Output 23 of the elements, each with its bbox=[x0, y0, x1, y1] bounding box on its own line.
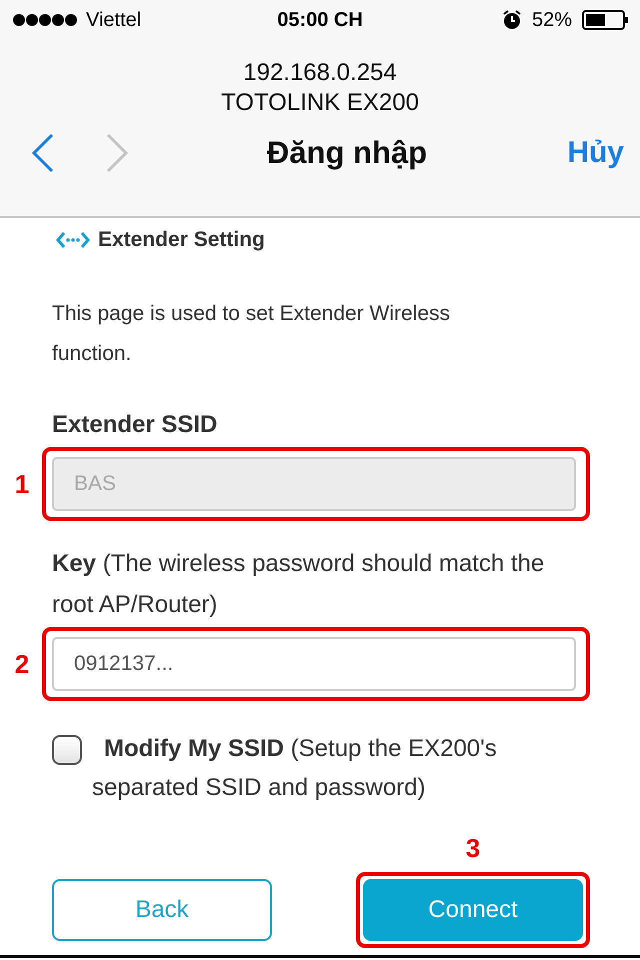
field-label: Key (The wireless password should match the root AP/Router) bbox=[52, 549, 546, 620]
input-field[interactable]: 0912137... bbox=[52, 637, 576, 691]
field-label: Extender SSID bbox=[52, 410, 218, 440]
section-title: Extender Setting bbox=[98, 228, 265, 252]
link-icon bbox=[56, 231, 90, 249]
description-text: This page is used to set Extender Wireless function. bbox=[52, 301, 452, 367]
annotation-number: 2 bbox=[14, 648, 30, 680]
site-title: TOTOLINK EX200 bbox=[221, 88, 419, 118]
address-text: 192.168.0.254 bbox=[243, 58, 397, 88]
signal-icon bbox=[12, 13, 78, 27]
checkbox-label: Modify My SSID (Setup the EX200's separated SSID and password) bbox=[92, 735, 497, 801]
back-button[interactable]: Back bbox=[52, 879, 272, 941]
connect-button[interactable]: Connect bbox=[363, 879, 583, 941]
annotation-number: 3 bbox=[466, 833, 480, 864]
checkbox[interactable] bbox=[52, 734, 82, 765]
battery-percent: 52% bbox=[532, 8, 572, 32]
alarm-icon bbox=[502, 10, 522, 30]
page-title: Đăng nhập bbox=[266, 135, 428, 171]
cancel-link[interactable]: Hủy bbox=[494, 136, 624, 170]
clock-time: 05:00 CH bbox=[277, 8, 363, 32]
battery-icon bbox=[582, 10, 628, 30]
annotation-number: 1 bbox=[14, 468, 30, 500]
carrier-name: Viettel bbox=[86, 8, 142, 32]
